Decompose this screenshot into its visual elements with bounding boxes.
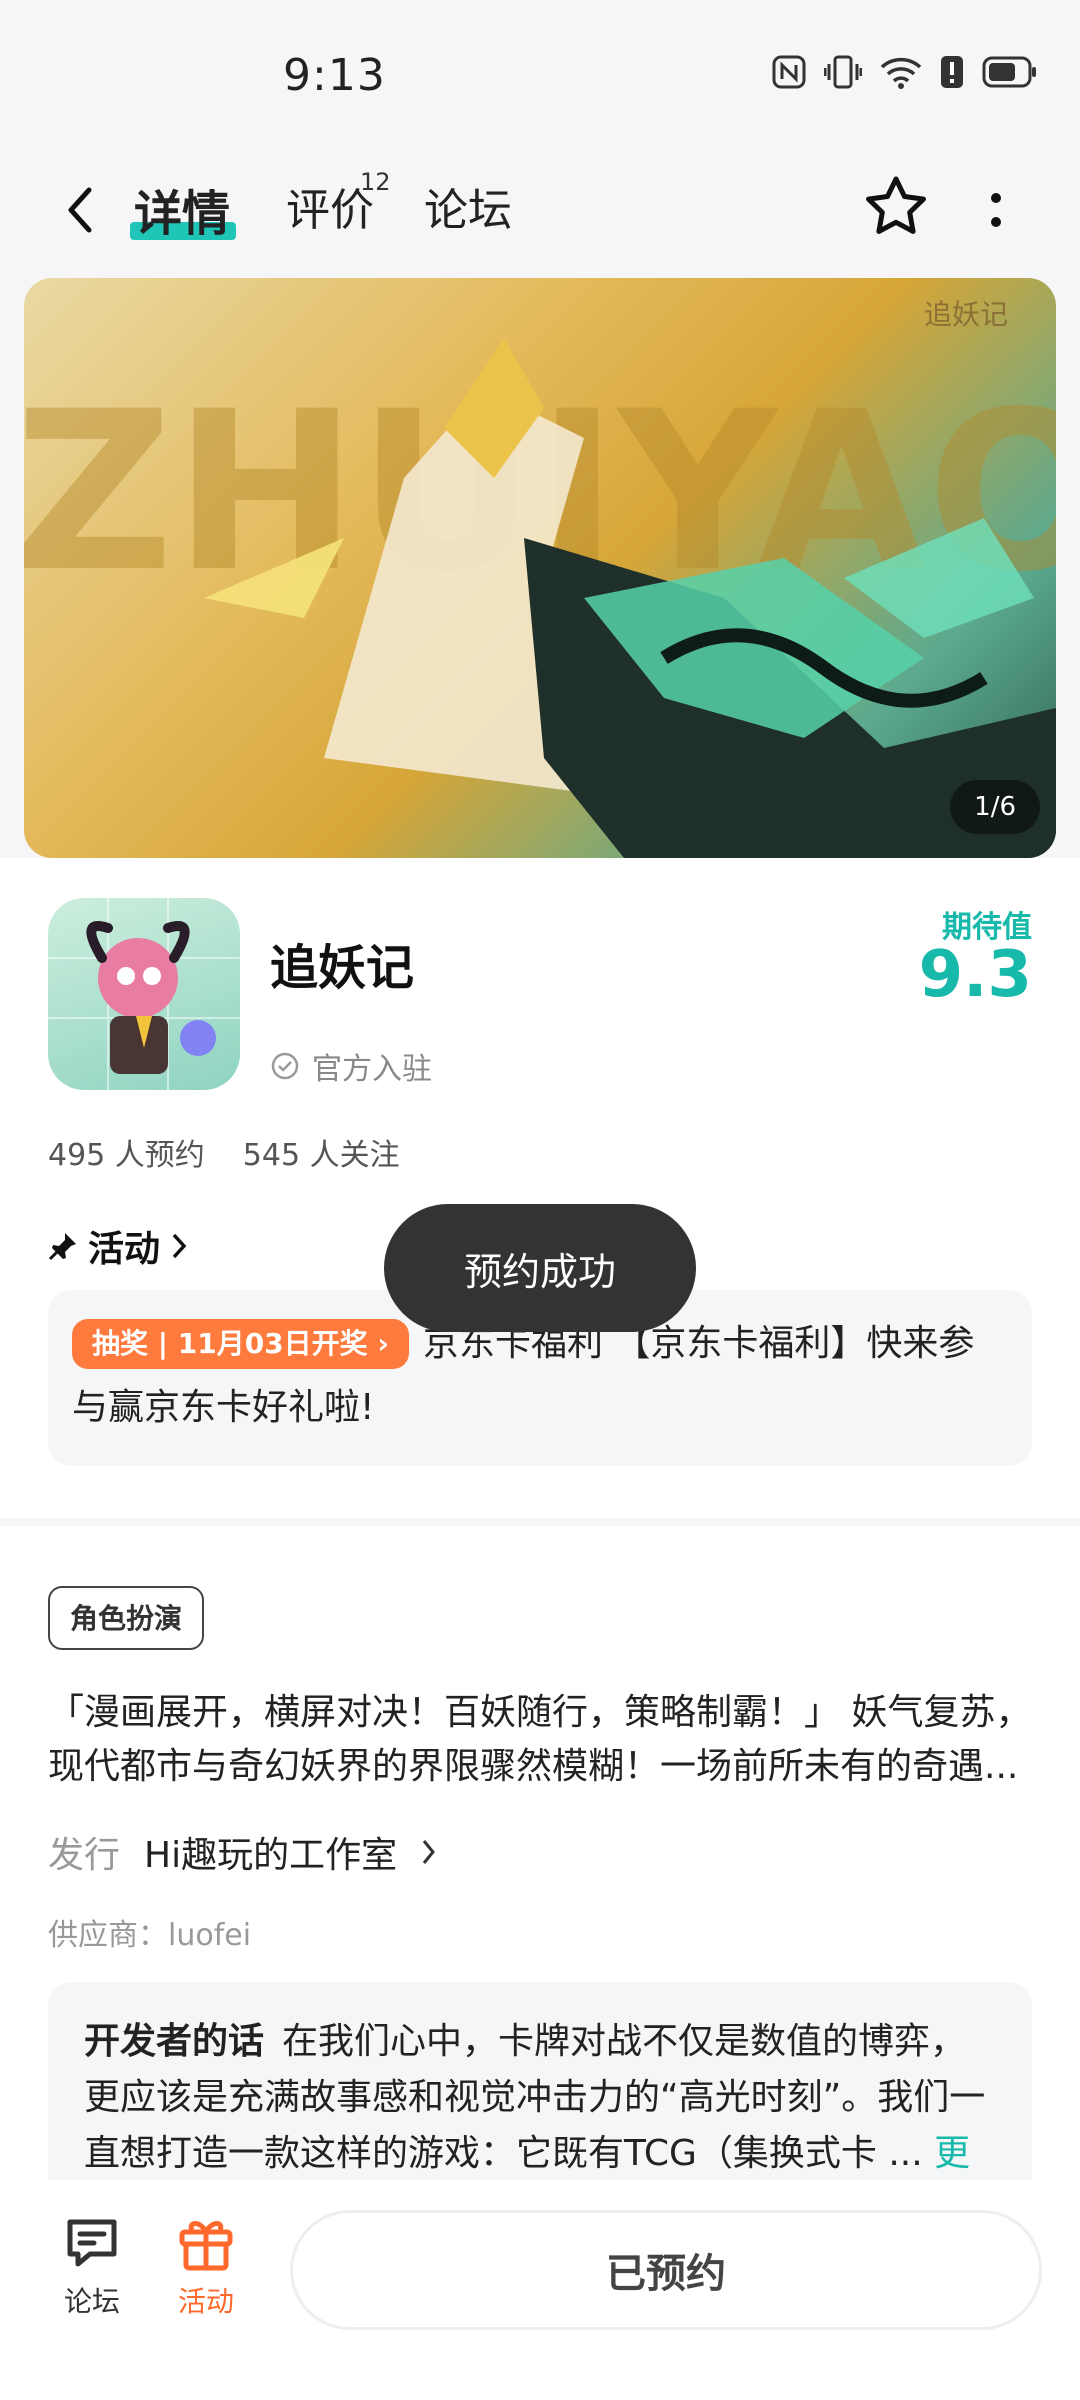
back-button[interactable] [50, 178, 110, 242]
official-badge: 官方入驻 [270, 1044, 432, 1088]
genre-tag[interactable]: 角色扮演 [48, 1586, 205, 1650]
description-line: 现代都市与奇幻妖界的界限骤然模糊！一场前所未有的奇遇... [48, 1746, 1019, 1787]
bottom-nav-forum[interactable]: 论坛 [42, 2216, 142, 2320]
chevron-right-icon [172, 1233, 187, 1259]
activity-header[interactable]: 活动 [48, 1220, 188, 1272]
bottom-nav-activity[interactable]: 活动 [156, 2216, 256, 2320]
official-label: 官方入驻 [312, 1052, 432, 1087]
tab-forum[interactable]: 论坛 [424, 174, 512, 238]
back-arrow-icon [68, 187, 92, 233]
app-info-section: 追妖记 官方入驻 期待值 9.3 495 人预约 545 人关注 活动 抽奖 |… [0, 858, 1080, 1518]
publisher-name: Hi趣玩的工作室 [144, 1835, 398, 1876]
wifi-icon [880, 57, 922, 89]
activity-heading: 活动 [88, 1229, 161, 1270]
developer-note-title: 开发者的话 [84, 2021, 265, 2062]
vibrate-icon [824, 55, 862, 89]
bottom-action-bar: 论坛 活动 已预约 [0, 2180, 1080, 2400]
carousel-counter: 1/6 [950, 780, 1040, 834]
stats-row: 495 人预约 545 人关注 [48, 1130, 400, 1174]
bottom-nav-forum-label: 论坛 [63, 2285, 120, 2318]
battery-icon [982, 56, 1036, 88]
description-line: 「漫画展开，横屏对决！百妖随行，策略制霸！」 妖气复苏， [48, 1692, 1032, 1733]
dot-icon [991, 193, 1001, 203]
top-header: 详情 评价 12 论坛 [0, 150, 1080, 270]
favorite-button[interactable] [860, 170, 932, 242]
chat-bubble-icon [67, 2219, 117, 2267]
pin-icon [48, 1233, 76, 1261]
game-description[interactable]: 「漫画展开，横屏对决！百妖随行，策略制霸！」 妖气复苏， 现代都市与奇幻妖界的界… [48, 1686, 1032, 1794]
reservation-count: 495 人预约 [48, 1138, 205, 1173]
status-bar: 9:13 [0, 0, 1080, 150]
alert-icon [941, 56, 963, 88]
description-section: 角色扮演 「漫画展开，横屏对决！百妖随行，策略制霸！」 妖气复苏， 现代都市与奇… [0, 1526, 1080, 2230]
banner-logo-text: 追妖记 [924, 298, 1008, 331]
dot-icon [991, 217, 1001, 227]
publisher-row[interactable]: 发行 Hi趣玩的工作室 [48, 1826, 437, 1878]
supplier-info: 供应商：luofei [48, 1918, 252, 1953]
follower-count: 545 人关注 [242, 1138, 400, 1173]
mascot-icon [48, 898, 240, 1090]
banner-artwork: ZHUIYAOJI 追妖记 [24, 298, 1056, 858]
star-icon [866, 176, 926, 234]
review-count-badge: 12 [360, 168, 391, 196]
verified-check-icon [271, 1052, 299, 1080]
lottery-tag: 抽奖 | 11月03日开奖 › [72, 1319, 409, 1369]
tab-details[interactable]: 详情 [134, 174, 230, 244]
gift-icon [179, 2221, 233, 2271]
app-icon [48, 898, 240, 1090]
reserved-button[interactable]: 已预约 [290, 2210, 1042, 2330]
status-icons [772, 54, 1038, 90]
nfc-icon [772, 55, 806, 89]
chevron-right-icon [422, 1840, 436, 1864]
more-options-button[interactable] [974, 180, 1018, 240]
success-toast: 预约成功 [384, 1204, 696, 1332]
bottom-nav-activity-label: 活动 [177, 2285, 234, 2318]
developer-note-card[interactable]: 开发者的话 在我们心中，卡牌对战不仅是数值的博弈，更应该是充满故事感和视觉冲击力的… [48, 1982, 1032, 2230]
screenshot-carousel[interactable]: ZHUIYAOJI 追妖记 1/6 [24, 278, 1056, 858]
expectation-score: 9.3 [918, 938, 1032, 1012]
status-time: 9:13 [283, 50, 386, 101]
publisher-label: 发行 [48, 1835, 121, 1876]
app-name: 追妖记 [270, 940, 415, 996]
